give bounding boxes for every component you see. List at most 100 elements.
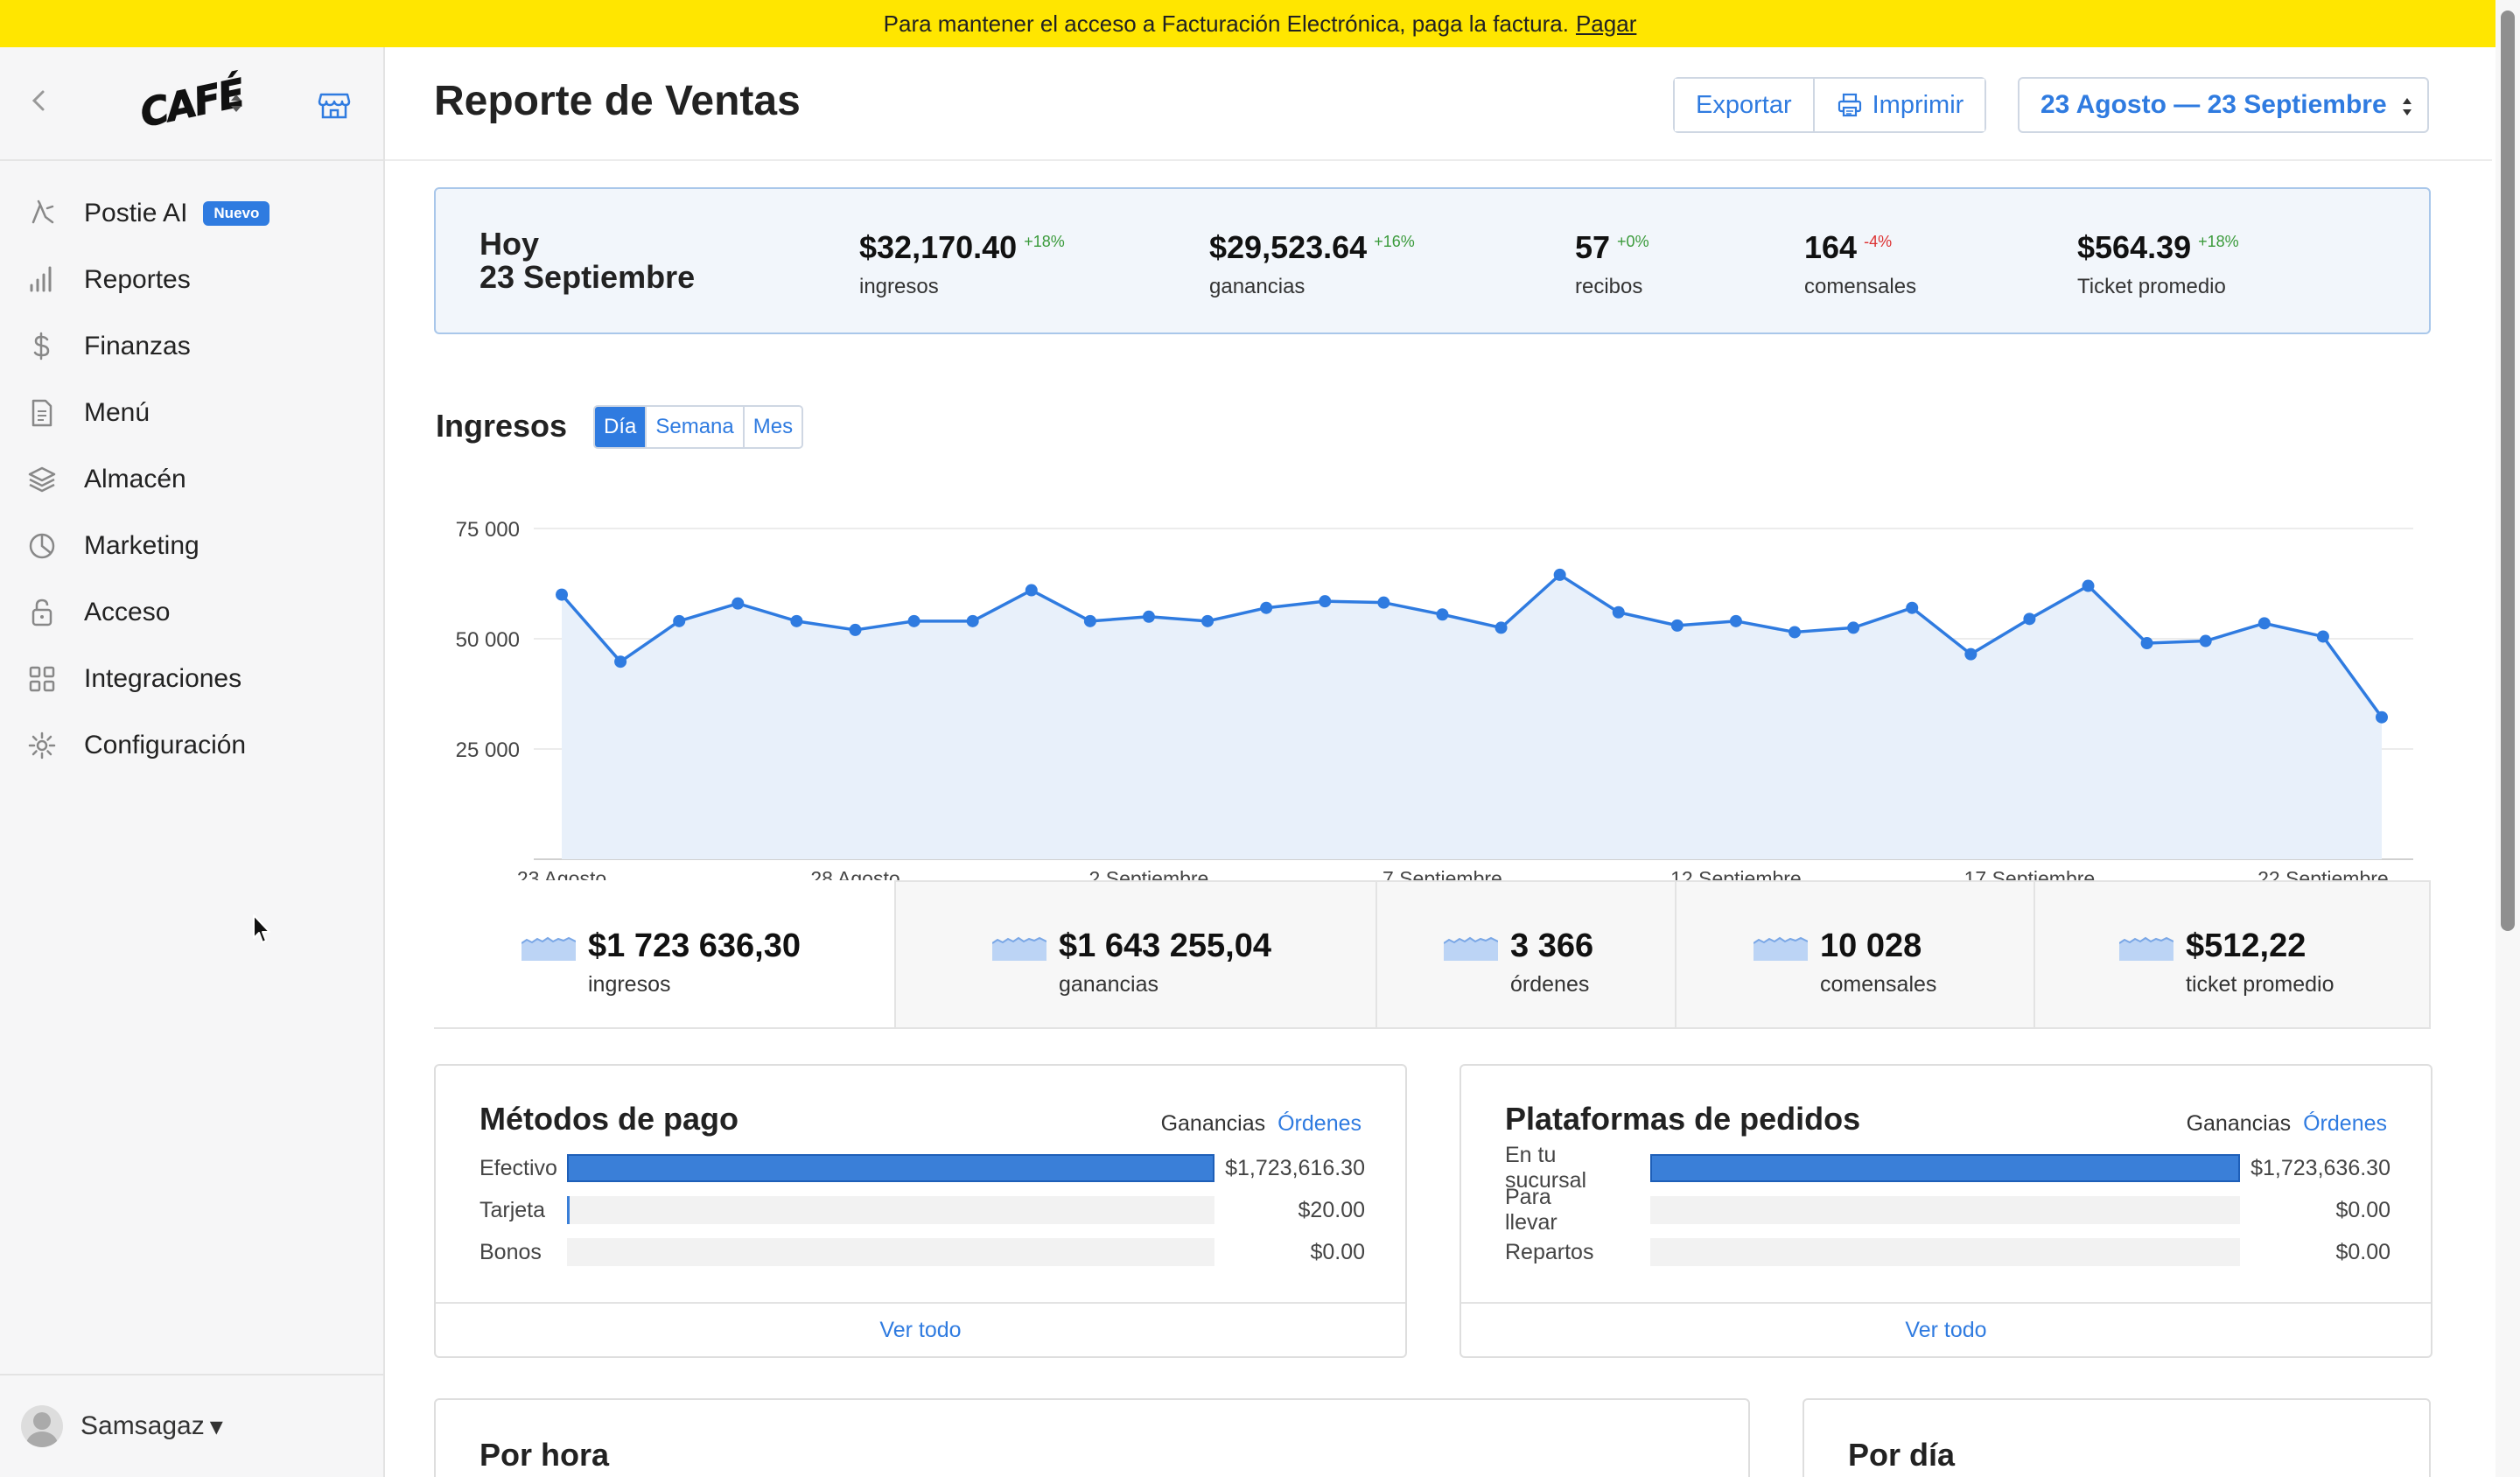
toggle-ordenes[interactable]: Órdenes [1278, 1111, 1362, 1136]
print-label: Imprimir [1872, 90, 1964, 119]
total-ganancias[interactable]: $1 643 255,04 ganancias [894, 880, 1376, 1027]
new-badge: Nuevo [203, 201, 270, 226]
payment-banner: Para mantener el acceso a Facturación El… [0, 0, 2520, 47]
nav-label: Postie AI [84, 199, 188, 228]
data-point [2082, 579, 2095, 592]
pay-link[interactable]: Pagar [1576, 10, 1636, 38]
data-point [1788, 626, 1802, 639]
tab-semana[interactable]: Semana [645, 407, 743, 447]
document-icon [32, 399, 52, 427]
nav-item-integraciones[interactable]: Integraciones [0, 646, 383, 712]
nav-item-almacen[interactable]: Almacén [0, 446, 383, 513]
per-day-card: Por día [1802, 1398, 2431, 1477]
sparkline-icon [2119, 936, 2174, 961]
data-point [556, 588, 568, 601]
kpi-value: $29,523.64 [1209, 229, 1368, 265]
period-tabs: Día Semana Mes [593, 405, 804, 449]
nav-item-configuracion[interactable]: Configuración [0, 712, 383, 779]
lock-icon [32, 598, 52, 626]
toggle-ganancias[interactable]: Ganancias [1161, 1111, 1266, 1136]
total-value: $1 643 255,04 [1059, 928, 1272, 964]
data-point [1319, 595, 1332, 608]
bar-row: Bonos $0.00 [480, 1237, 1365, 1267]
date-range-picker[interactable]: 23 Agosto — 23 Septiembre [2018, 77, 2429, 133]
data-point [614, 655, 627, 668]
totals-strip: $1 723 636,30 ingresos $1 643 255,04 ganan… [434, 880, 2431, 1029]
bar-amount: $0.00 [2335, 1239, 2390, 1264]
bar-label: Tarjeta [480, 1197, 546, 1222]
data-point [907, 614, 920, 627]
metric-toggle: Ganancias Órdenes [2174, 1111, 2387, 1137]
y-tick-label: 50 000 [456, 628, 520, 652]
tab-mes[interactable]: Mes [742, 407, 802, 447]
data-point [1201, 614, 1214, 627]
avatar [21, 1405, 63, 1447]
toggle-ganancias[interactable]: Ganancias [2187, 1111, 2292, 1136]
kpi-label: comensales [1804, 275, 1917, 298]
kpi-value: $564.39 [2077, 229, 2192, 265]
export-label: Exportar [1696, 90, 1792, 119]
print-button[interactable]: Imprimir [1812, 79, 1985, 131]
payment-methods-card: Métodos de pago Ganancias Órdenes Efectiv… [434, 1064, 1407, 1358]
bar-amount: $1,723,636.30 [2250, 1155, 2390, 1180]
card-title: Métodos de pago [480, 1101, 738, 1137]
nav-label: Configuración [84, 731, 247, 760]
data-point [2199, 634, 2212, 648]
scrollbar-thumb[interactable] [2501, 10, 2515, 931]
store-icon[interactable] [317, 88, 352, 122]
total-ordenes[interactable]: 3 366 órdenes [1376, 880, 1675, 1027]
bar-amount: $1,723,616.30 [1225, 1155, 1365, 1180]
data-point [673, 614, 686, 627]
main-content: Reporte de Ventas Exportar Imprimir 23 A… [385, 47, 2492, 1477]
kpi-label: ganancias [1209, 275, 1306, 298]
today-title: Hoy [480, 226, 540, 262]
total-value: 10 028 [1820, 928, 1922, 964]
total-comensales[interactable]: 10 028 comensales [1675, 880, 2034, 1027]
mouse-cursor-icon [253, 914, 270, 943]
sparkline-icon [1444, 936, 1498, 961]
nav-item-reportes[interactable]: Reportes [0, 247, 383, 313]
bar-label: Efectivo [480, 1155, 557, 1180]
bar-fill [1650, 1154, 2240, 1182]
scrollbar[interactable] [2496, 0, 2520, 1477]
total-value: $512,22 [2186, 928, 2306, 964]
bar-track [567, 1154, 1214, 1182]
tab-dia[interactable]: Día [595, 407, 646, 447]
user-menu[interactable]: Samsagaz ▾ [0, 1374, 383, 1477]
data-point [1025, 584, 1038, 597]
total-ingresos[interactable]: $1 723 636,30 ingresos [434, 880, 894, 1027]
postie-icon [32, 200, 54, 224]
data-point [1906, 601, 1919, 614]
banner-text: Para mantener el acceso a Facturación El… [883, 10, 1569, 37]
nav-item-postie-ai[interactable]: Postie AI Nuevo [0, 180, 383, 247]
venue-logo[interactable]: CAFÉ [136, 66, 254, 140]
per-hour-card: Por hora [434, 1398, 1750, 1477]
data-point [2140, 637, 2153, 650]
sparkline-icon [992, 936, 1046, 961]
total-value: 3 366 [1510, 928, 1594, 964]
data-point [2023, 612, 2036, 626]
data-point [1553, 568, 1566, 581]
nav-item-finanzas[interactable]: Finanzas [0, 313, 383, 380]
bar-label: Repartos [1505, 1239, 1594, 1264]
data-point [1670, 619, 1684, 632]
bar-track [567, 1196, 1214, 1224]
kpi-delta: +0% [1617, 233, 1649, 250]
y-tick-label: 25 000 [456, 738, 520, 762]
bar-fill [567, 1196, 570, 1224]
nav-item-menu[interactable]: Menú [0, 380, 383, 446]
back-arrow-icon[interactable] [26, 88, 52, 114]
user-name: Samsagaz [80, 1411, 205, 1440]
nav-item-acceso[interactable]: Acceso [0, 579, 383, 646]
toggle-ordenes[interactable]: Órdenes [2303, 1111, 2387, 1136]
view-all-link[interactable]: Ver todo [1461, 1302, 2431, 1356]
view-all-link[interactable]: Ver todo [436, 1302, 1405, 1356]
kpi-value: 164 [1804, 229, 1858, 265]
grid-icon [29, 666, 55, 692]
today-date: 23 Septiembre [480, 259, 696, 295]
nav-item-marketing[interactable]: Marketing [0, 513, 383, 579]
total-ticket-promedio[interactable]: $512,22 ticket promedio [2034, 880, 2431, 1027]
chart-title: Ingresos [436, 408, 568, 444]
export-button[interactable]: Exportar [1675, 79, 1813, 131]
gear-icon [28, 732, 56, 760]
